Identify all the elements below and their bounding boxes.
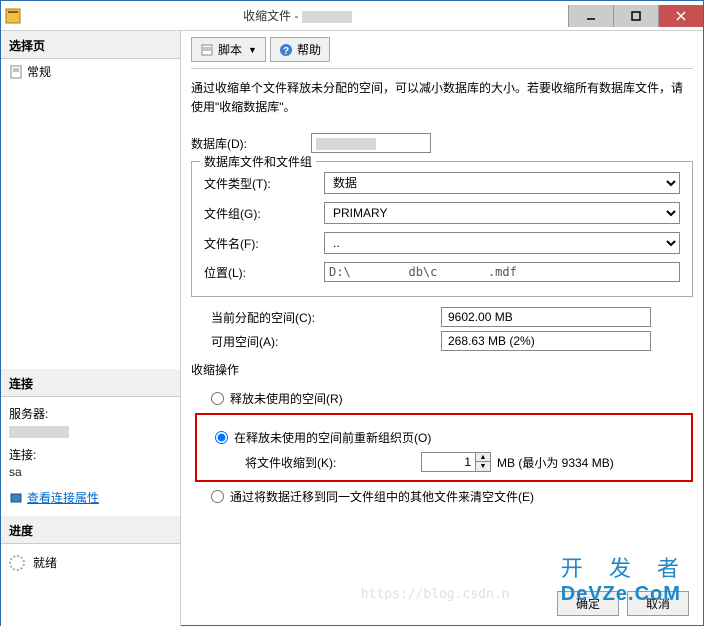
script-button[interactable]: 脚本▼ <box>191 37 266 62</box>
shrink-opt-release[interactable]: 释放未使用的空间(R) <box>211 390 693 407</box>
minimize-button[interactable] <box>568 5 613 27</box>
database-label: 数据库(D): <box>191 135 311 152</box>
filename-label: 文件名(F): <box>204 235 324 252</box>
shrink-opt-reorganize-radio[interactable] <box>215 431 228 444</box>
files-groupbox: 数据库文件和文件组 文件类型(T): 数据 文件组(G): PRIMARY 文件… <box>191 161 693 297</box>
current-size-label: 当前分配的空间(C): <box>211 309 441 326</box>
ok-button[interactable]: 确定 <box>557 591 619 616</box>
shrink-opt-release-radio[interactable] <box>211 392 224 405</box>
sidebar-select-page-header: 选择页 <box>1 31 180 59</box>
shrink-to-input[interactable] <box>422 455 475 469</box>
server-label: 服务器: <box>1 403 180 424</box>
sidebar: 选择页 常规 连接 服务器: 连接: sa 查看连接属性 进度 就绪 <box>1 31 181 626</box>
database-value <box>311 133 431 153</box>
conn-value: sa <box>1 465 180 485</box>
redacted-dbname <box>302 11 352 23</box>
filegroup-select[interactable]: PRIMARY <box>324 202 680 224</box>
window-title: 收缩文件 - <box>27 7 568 24</box>
shrink-to-label: 将文件收缩到(K): <box>245 454 415 471</box>
conn-label: 连接: <box>1 444 180 465</box>
avail-space-value: 268.63 MB (2%) <box>441 331 651 351</box>
shrink-section-label: 收缩操作 <box>191 355 693 380</box>
script-icon <box>200 43 214 57</box>
link-icon <box>9 491 23 505</box>
file-type-select[interactable]: 数据 <box>324 172 680 194</box>
shrink-opt-empty-radio[interactable] <box>211 490 224 503</box>
sidebar-connection-header: 连接 <box>1 369 180 397</box>
shrink-to-unit: MB (最小为 9334 MB) <box>497 454 614 471</box>
main-panel: 脚本▼ ? 帮助 通过收缩单个文件释放未分配的空间，可以减小数据库的大小。若要收… <box>181 31 703 626</box>
shrink-opt-empty[interactable]: 通过将数据迁移到同一文件组中的其他文件来清空文件(E) <box>211 488 693 505</box>
files-groupbox-legend: 数据库文件和文件组 <box>200 153 316 170</box>
toolbar: 脚本▼ ? 帮助 <box>191 37 693 69</box>
highlight-box: 在释放未使用的空间前重新组织页(O) 将文件收缩到(K): ▲ ▼ MB (最小… <box>195 413 693 482</box>
help-icon: ? <box>279 43 293 57</box>
location-input[interactable] <box>324 262 680 282</box>
spin-down-icon[interactable]: ▼ <box>476 462 490 471</box>
location-label: 位置(L): <box>204 264 324 281</box>
progress-spinner-icon <box>9 555 25 571</box>
close-button[interactable] <box>658 5 703 27</box>
file-type-label: 文件类型(T): <box>204 175 324 192</box>
svg-text:?: ? <box>283 46 289 57</box>
help-button[interactable]: ? 帮助 <box>270 37 330 62</box>
spin-up-icon[interactable]: ▲ <box>476 453 490 462</box>
filegroup-label: 文件组(G): <box>204 205 324 222</box>
app-icon <box>5 8 21 24</box>
sidebar-progress-header: 进度 <box>1 516 180 544</box>
page-icon <box>9 65 23 79</box>
description-text: 通过收缩单个文件释放未分配的空间，可以减小数据库的大小。若要收缩所有数据库文件，… <box>191 79 693 117</box>
sidebar-item-general[interactable]: 常规 <box>1 59 180 84</box>
titlebar: 收缩文件 - <box>1 1 703 31</box>
sidebar-label-general: 常规 <box>27 63 51 80</box>
server-value <box>1 424 180 444</box>
progress-status: 就绪 <box>33 554 57 571</box>
filename-select[interactable]: .. <box>324 232 680 254</box>
shrink-opt-reorganize[interactable]: 在释放未使用的空间前重新组织页(O) <box>215 429 683 446</box>
cancel-button[interactable]: 取消 <box>627 591 689 616</box>
maximize-button[interactable] <box>613 5 658 27</box>
view-connection-props-link[interactable]: 查看连接属性 <box>27 489 99 506</box>
shrink-to-spinner[interactable]: ▲ ▼ <box>421 452 491 472</box>
current-size-value: 9602.00 MB <box>441 307 651 327</box>
avail-space-label: 可用空间(A): <box>211 333 441 350</box>
